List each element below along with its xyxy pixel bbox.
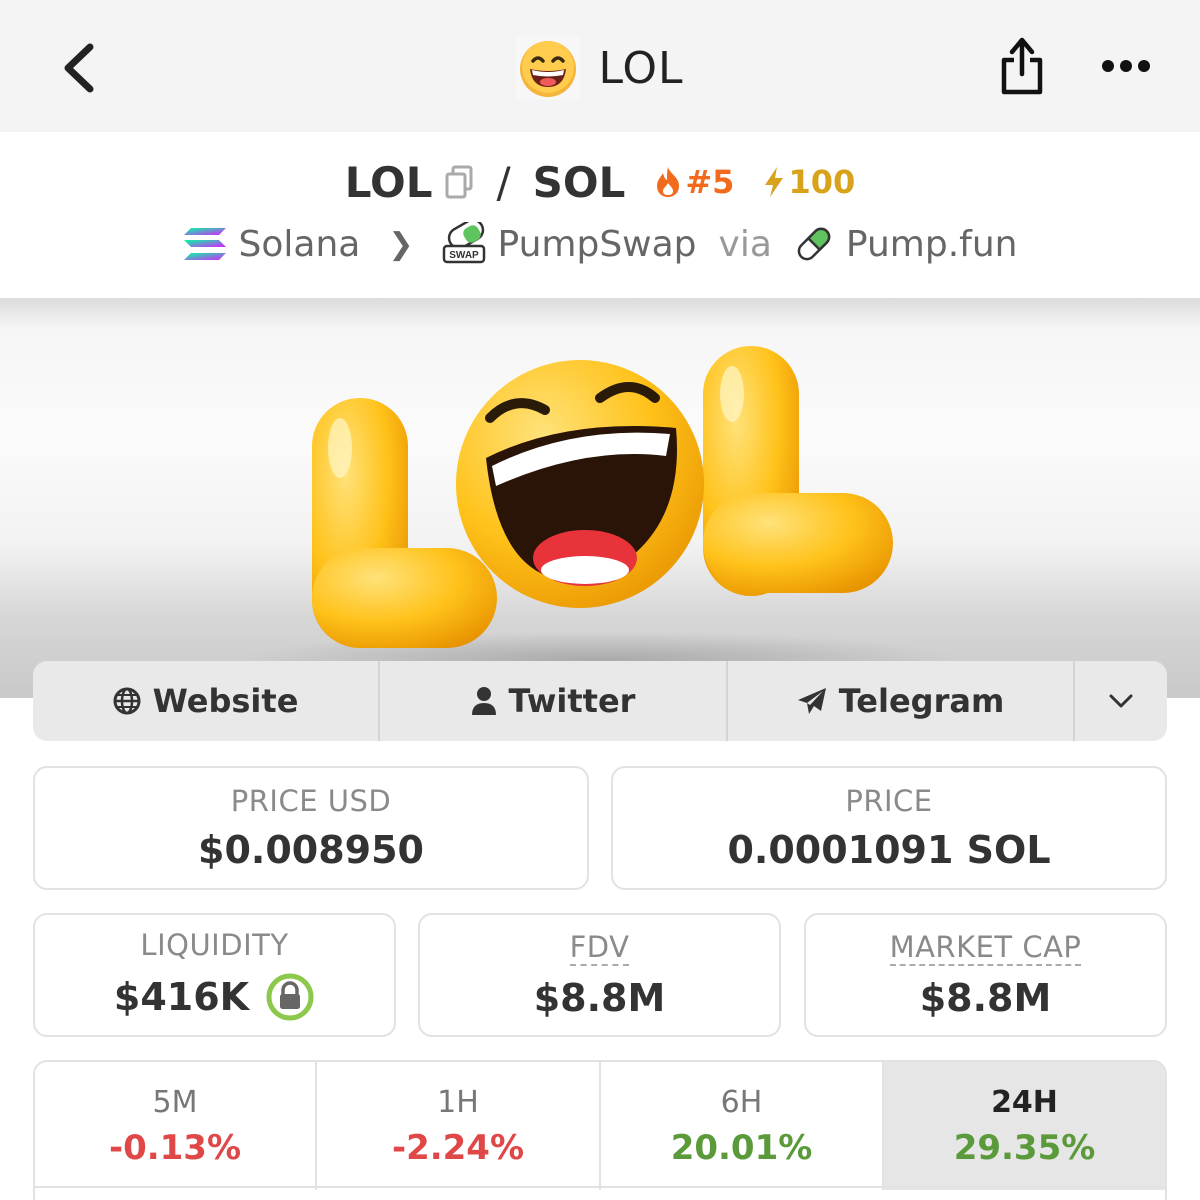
- liquidity-lock-icon[interactable]: [265, 972, 315, 1022]
- globe-icon: [113, 687, 141, 715]
- tab-24h-change: 29.35%: [953, 1127, 1096, 1168]
- price-usd-label: PRICE USD: [230, 784, 392, 818]
- copy-icon[interactable]: [444, 165, 474, 199]
- chevron-down-icon: [1109, 694, 1133, 708]
- tab-6h-change: 20.01%: [670, 1127, 813, 1168]
- tab-1h-label: 1H: [437, 1084, 479, 1120]
- tab-5m-change: -0.13%: [108, 1127, 242, 1168]
- quote-token-symbol: SOL: [532, 157, 626, 207]
- liquidity-label: LIQUIDITY: [140, 928, 289, 962]
- tab-1h-change: -2.24%: [391, 1127, 525, 1168]
- share-icon: [1001, 37, 1043, 95]
- tab-5m[interactable]: 5M -0.13%: [35, 1062, 317, 1190]
- price-usd-value: $0.008950: [198, 828, 424, 872]
- social-links-bar: Website Twitter Telegram: [33, 661, 1167, 741]
- trending-rank-badge[interactable]: #5: [655, 163, 734, 201]
- more-options-button[interactable]: [1094, 40, 1158, 92]
- pill-logo-icon: [797, 227, 831, 261]
- telegram-button[interactable]: Telegram: [728, 661, 1075, 741]
- boost-count: 100: [788, 163, 856, 201]
- launchpad-name-link[interactable]: Pump.fun: [846, 224, 1018, 265]
- tab-divider: [33, 1186, 1167, 1188]
- tab-5m-label: 5M: [152, 1084, 198, 1120]
- price-usd-card: PRICE USD $0.008950: [33, 766, 589, 890]
- liquidity-value: $416K: [113, 975, 250, 1019]
- tab-24h[interactable]: 24H 29.35%: [884, 1062, 1165, 1190]
- pair-separator: /: [496, 157, 511, 207]
- base-token-symbol: LOL: [344, 157, 433, 207]
- timeframe-change-tabs: 5M -0.13% 1H -2.24% 6H 20.01% 24H 29.35%: [33, 1060, 1167, 1200]
- share-button[interactable]: [990, 30, 1054, 102]
- lightning-icon: [765, 167, 784, 197]
- via-label: via: [718, 223, 772, 265]
- user-icon: [471, 687, 496, 715]
- more-horizontal-icon: [1102, 60, 1150, 72]
- website-label: Website: [152, 682, 299, 720]
- trending-rank-text: #5: [685, 163, 735, 201]
- market-cap-card[interactable]: MARKET CAP $8.8M: [804, 913, 1167, 1037]
- fdv-value: $8.8M: [533, 976, 666, 1020]
- market-cap-value: $8.8M: [919, 976, 1052, 1020]
- dex-name-link[interactable]: PumpSwap: [498, 224, 697, 265]
- chevron-right-icon: ❯: [388, 226, 414, 262]
- telegram-label: Telegram: [838, 682, 1005, 720]
- chain-route: Solana ❯ SWAP PumpSwap via Pump.fun: [0, 216, 1200, 272]
- fdv-label: FDV: [569, 930, 630, 966]
- market-cap-label: MARKET CAP: [889, 930, 1082, 966]
- pumpswap-logo-icon: SWAP: [442, 222, 485, 264]
- tab-6h-label: 6H: [720, 1084, 763, 1120]
- expand-socials-button[interactable]: [1075, 661, 1167, 741]
- website-button[interactable]: Website: [33, 661, 380, 741]
- solana-logo-icon: [183, 228, 226, 260]
- lol-emoji-banner-art: [240, 346, 960, 688]
- token-banner-image: [0, 298, 1200, 698]
- paper-plane-icon: [797, 688, 826, 714]
- twitter-label: Twitter: [508, 682, 636, 720]
- liquidity-value-group: $416K: [114, 972, 315, 1022]
- chain-name-link[interactable]: Solana: [239, 224, 361, 265]
- tab-6h[interactable]: 6H 20.01%: [601, 1062, 884, 1190]
- top-nav-bar: LOL: [0, 0, 1200, 132]
- fdv-card[interactable]: FDV $8.8M: [418, 913, 781, 1037]
- price-native-card: PRICE 0.0001091 SOL: [611, 766, 1167, 890]
- liquidity-card: LIQUIDITY $416K: [33, 913, 396, 1037]
- flame-icon: [657, 167, 680, 197]
- tab-1h[interactable]: 1H -2.24%: [317, 1062, 601, 1190]
- price-native-label: PRICE: [845, 784, 933, 818]
- pair-header: LOL / SOL #5 100: [0, 150, 1200, 214]
- price-native-value: 0.0001091 SOL: [727, 828, 1051, 872]
- page-title: LOL: [598, 42, 684, 94]
- svg-text:SWAP: SWAP: [449, 250, 479, 261]
- twitter-button[interactable]: Twitter: [380, 661, 728, 741]
- boost-badge[interactable]: 100: [762, 163, 855, 201]
- token-logo-emoji-icon: [516, 36, 581, 100]
- tab-24h-label: 24H: [991, 1084, 1058, 1120]
